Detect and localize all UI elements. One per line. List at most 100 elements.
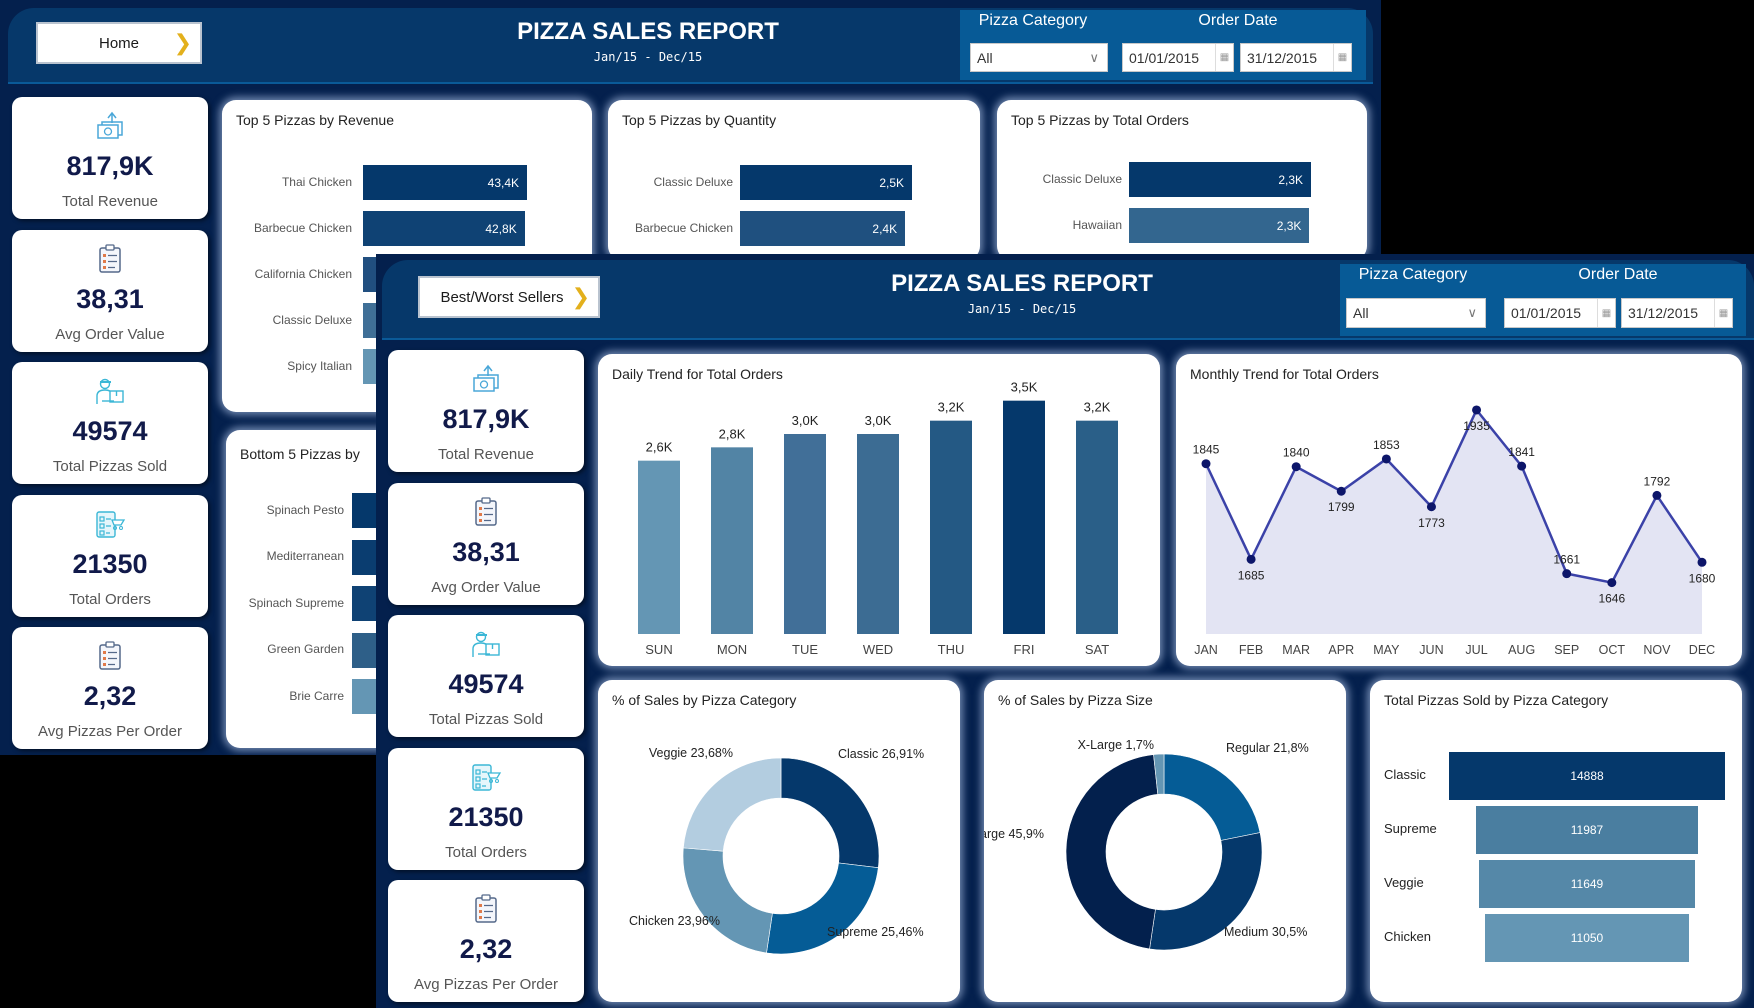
date-filter-label: Order Date [1578,266,1658,283]
bar-data-label: 2,8K [719,426,746,441]
top5-orders-card: Top 5 Pizzas by Total Orders Classic Del… [997,100,1367,260]
delivery-person-icon [388,629,584,659]
x-tick-label: WED [863,642,893,657]
slice-data-label: Supreme 25,46% [827,925,924,939]
clipboard-icon [12,243,208,274]
bar-category-label: Classic Deluxe [272,312,352,327]
x-tick-label: SEP [1554,643,1579,657]
delivery-person-icon [12,376,208,406]
kpi-card-avg-order-value: 38,31 Avg Order Value [12,229,208,352]
category-dropdown-value: All [1353,305,1369,321]
category-dropdown[interactable]: All ∨ [1346,298,1486,328]
funnel-category-label: Classic [1384,767,1426,782]
bar: 2,4K [740,211,906,246]
report-subtitle: Jan/15 - Dec/15 [593,50,703,64]
bar-data-label: 2,4K [872,221,898,236]
x-tick-label: APR [1328,643,1354,657]
start-date-input[interactable]: 01/01/2015 ▦ [1122,43,1234,72]
daily-bar [784,434,826,634]
point-data-label: 1845 [1193,443,1220,457]
slice-data-label: Chicken 23,96% [629,914,720,928]
bar-category-label: Barbecue Chicken [634,220,733,235]
daily-bar [930,420,972,634]
bar-data-label: 2,3K [1276,218,1302,233]
end-date-input[interactable]: 31/12/2015 ▦ [1621,298,1733,328]
funnel-category-label: Supreme [1384,821,1437,836]
kpi-card-avg-pizzas-per-order: 2,32 Avg Pizzas Per Order [388,880,584,1002]
bar-data-label: 3,5K [1011,380,1038,395]
point-data-label: 1773 [1418,516,1445,530]
funnel-data-label: 11987 [1570,823,1604,837]
bar-category-label: Spinach Pesto [266,502,344,517]
bar-category-label: Mediterranean [266,549,344,563]
bar-data-label: 2,5K [879,175,904,190]
x-tick-label: MAR [1282,643,1310,657]
category-filter-label: Pizza Category [1358,266,1468,283]
end-date-value: 31/12/2015 [1247,49,1318,66]
x-tick-label: SAT [1085,642,1109,657]
bar: 2,5K [740,165,912,200]
best-worst-sellers-nav-button[interactable]: Best/Worst Sellers ❯ [418,276,600,318]
chart-title: Top 5 Pizzas by Revenue [236,112,394,128]
front-dashboard-window: Best/Worst Sellers ❯ PIZZA SALES REPORT … [376,254,1754,1008]
monthly-trend-chart: 1845 JAN 1685 FEB 1840 MAR 1799 APR 1853 MAY 1773 J… [1193,405,1716,657]
funnel-data-label: 11050 [1570,931,1604,945]
daily-bar [857,434,899,634]
x-tick-label: JUL [1465,643,1487,657]
slice-data-label: X-Large 1,7% [1078,738,1154,752]
x-tick-label: FEB [1239,643,1263,657]
point-data-label: 1840 [1283,446,1310,460]
daily-bar [1003,400,1045,634]
data-point [1201,459,1211,469]
funnel-bar: 14888 [1449,752,1725,800]
kpi-label: Total Revenue [438,446,534,463]
bar-category-label: Green Garden [267,642,344,656]
point-data-label: 1792 [1644,474,1671,488]
category-dropdown[interactable]: All ∨ [970,43,1108,72]
sales-by-size-donut: Regular 21,8% Medium 30,5% Large 45,9% X-La… [984,738,1309,951]
end-date-value: 31/12/2015 [1628,305,1699,321]
point-data-label: 1799 [1328,500,1355,514]
funnel-data-label: 11649 [1570,877,1604,891]
point-data-label: 1685 [1238,568,1265,582]
donut-slice [780,757,880,869]
funnel-bar: 11987 [1475,806,1699,854]
bar: 43,4K [363,165,527,200]
calendar-icon[interactable]: ▦ [1333,44,1351,71]
x-tick-label: MON [717,642,747,657]
kpi-card-avg-order-value: 38,31 Avg Order Value [388,482,584,605]
end-date-input[interactable]: 31/12/2015 ▦ [1240,43,1352,72]
kpi-label: Avg Pizzas Per Order [38,723,182,740]
calendar-icon[interactable]: ▦ [1597,299,1615,327]
kpi-label: Avg Order Value [55,325,165,343]
chart-title: Top 5 Pizzas by Total Orders [1011,112,1189,128]
start-date-input[interactable]: 01/01/2015 ▦ [1504,298,1616,328]
chevron-right-icon: ❯ [571,284,590,309]
kpi-value: 21350 [448,801,524,832]
x-tick-label: SUN [645,642,672,657]
funnel-category-label: Veggie [1384,875,1424,890]
slice-data-label: Veggie 23,68% [649,746,733,760]
bar-data-label: 42,8K [485,221,517,236]
clipboard-icon [388,496,584,527]
bar-data-label: 3,0K [865,413,892,428]
data-point [1697,557,1707,567]
kpi-label: Avg Order Value [431,578,541,596]
start-date-value: 01/01/2015 [1129,49,1200,66]
bar-data-label: 43,4K [487,175,519,190]
bar-category-label: California Chicken [254,266,352,281]
bar: 2,3K [1129,162,1311,197]
data-point [1472,405,1482,415]
filters-panel: Pizza Category All ∨ Order Date 01/01/20… [960,10,1366,80]
data-point [1336,486,1346,496]
calendar-icon[interactable]: ▦ [1714,299,1732,327]
point-data-label: 1853 [1373,438,1400,452]
pizzas-by-category-card: Total Pizzas Sold by Pizza Category Clas… [1370,680,1742,1002]
data-point [1607,578,1617,588]
home-nav-button[interactable]: Home ❯ [36,22,202,64]
daily-bar [711,447,753,634]
slice-data-label: Large 45,9% [984,827,1044,841]
calendar-icon[interactable]: ▦ [1215,44,1233,71]
daily-bar [638,460,680,634]
kpi-card-total-revenue: 817,9K Total Revenue [388,350,584,472]
